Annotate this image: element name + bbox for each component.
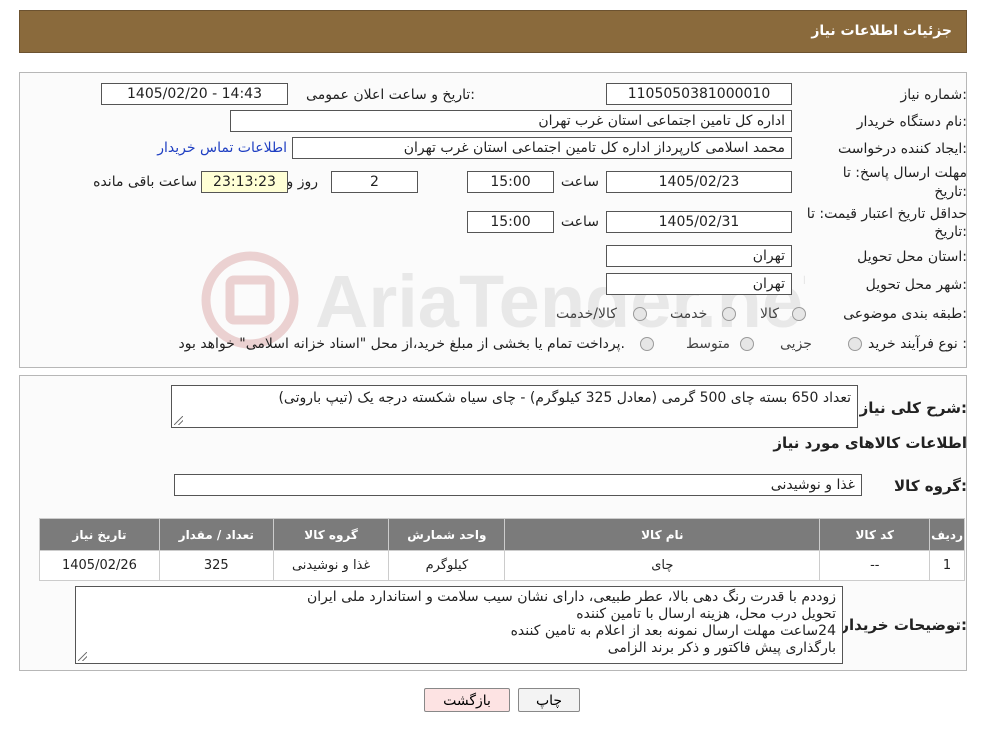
category-service-radio[interactable]: [722, 307, 736, 321]
reply-time-field: 15:00: [467, 171, 554, 193]
cell-unit: کیلوگرم: [388, 550, 506, 581]
print-button[interactable]: چاپ: [518, 688, 580, 712]
validity-label-2: تاریخ:: [934, 224, 967, 240]
creator-field: محمد اسلامی کارپرداز اداره کل تامین اجتم…: [292, 137, 792, 159]
resize-grip-icon[interactable]: [174, 416, 183, 425]
province-label: استان محل تحویل:: [857, 249, 967, 265]
need-number-field: 1105050381000010: [606, 83, 792, 105]
col-name: نام کالا: [504, 518, 821, 551]
goods-group-field: غذا و نوشیدنی: [174, 474, 862, 496]
city-field: تهران: [606, 273, 792, 295]
buyer-notes-label: توضیحات خریدار:: [840, 616, 967, 634]
cell-quantity: 325: [158, 550, 274, 581]
validity-label: حداقل تاریخ اعتبار قیمت: تا: [806, 206, 967, 222]
remaining-time-field: 23:13:23: [201, 171, 288, 193]
buyer-notes-textarea[interactable]: زوددم با قدرت رنگ دهی بالا، عطر طبیعی، د…: [75, 586, 843, 664]
category-goods-service-label: کالا/خدمت: [556, 306, 617, 322]
goods-info-title: اطلاعات کالاهای مورد نیاز: [773, 434, 967, 452]
buyer-note-line: تحویل درب محل، هزینه ارسال با تامین کنند…: [576, 606, 836, 622]
goods-group-label: گروه کالا:: [894, 477, 967, 495]
reply-deadline-label: مهلت ارسال پاسخ: تا: [842, 165, 967, 181]
reply-time-label: ساعت: [560, 174, 599, 190]
remaining-days-field: 2: [331, 171, 418, 193]
validity-time-field: 15:00: [467, 211, 554, 233]
table-row: 1 -- چای کیلوگرم غذا و نوشیدنی 325 1405/…: [39, 550, 965, 581]
cell-group: غذا و نوشیدنی: [272, 550, 390, 581]
category-service-label: خدمت: [670, 306, 708, 322]
category-goods-radio[interactable]: [792, 307, 806, 321]
days-label: روز و: [286, 174, 319, 190]
remaining-label: ساعت باقی مانده: [93, 174, 197, 190]
process-minor-radio[interactable]: [848, 337, 862, 351]
process-medium-radio[interactable]: [740, 337, 754, 351]
summary-textarea[interactable]: تعداد 650 بسته چای 500 گرمی (معادل 325 ک…: [171, 385, 858, 428]
col-group: گروه کالا: [272, 518, 390, 551]
col-row: ردیف: [929, 518, 965, 551]
need-number-label: شماره نیاز:: [900, 87, 967, 103]
category-goods-service-radio[interactable]: [633, 307, 647, 321]
process-minor-label: جزیی: [780, 336, 812, 352]
buyer-org-label: نام دستگاه خریدار:: [856, 114, 967, 130]
process-medium-label: متوسط: [686, 336, 730, 352]
resize-grip-icon[interactable]: [78, 652, 87, 661]
reply-deadline-label-2: تاریخ:: [934, 184, 967, 200]
page-header: جزئیات اطلاعات نیاز: [19, 10, 967, 53]
province-field: تهران: [606, 245, 792, 267]
summary-text: تعداد 650 بسته چای 500 گرمی (معادل 325 ک…: [278, 390, 851, 406]
category-goods-label: کالا: [760, 306, 779, 322]
col-date: تاریخ نیاز: [39, 518, 160, 551]
back-button[interactable]: بازگشت: [424, 688, 510, 712]
cell-date: 1405/02/26: [39, 550, 160, 581]
announce-label: تاریخ و ساعت اعلان عمومی:: [306, 87, 475, 103]
treasury-payment-checkbox[interactable]: [640, 337, 654, 351]
items-table: ردیف کد کالا نام کالا واحد شمارش گروه کا…: [39, 518, 965, 581]
cell-row: 1: [929, 550, 965, 581]
buyer-note-line: زوددم با قدرت رنگ دهی بالا، عطر طبیعی، د…: [307, 589, 836, 605]
buyer-note-line: 24ساعت مهلت ارسال نمونه بعد از اعلام به …: [510, 623, 836, 639]
summary-label: شرح کلی نیاز:: [859, 399, 967, 417]
announce-field: 1405/02/20 - 14:43: [101, 83, 288, 105]
reply-date-field: 1405/02/23: [606, 171, 792, 193]
category-label: طبقه بندی موضوعی:: [843, 306, 967, 322]
validity-date-field: 1405/02/31: [606, 211, 792, 233]
buyer-contact-link[interactable]: اطلاعات تماس خریدار: [157, 140, 287, 156]
city-label: شهر محل تحویل:: [865, 277, 967, 293]
col-unit: واحد شمارش: [388, 518, 506, 551]
col-code: کد کالا: [819, 518, 931, 551]
validity-time-label: ساعت: [560, 214, 599, 230]
cell-code: --: [819, 550, 931, 581]
buyer-org-field: اداره کل تامین اجتماعی استان غرب تهران: [230, 110, 792, 132]
process-note: پرداخت تمام یا بخشی از مبلغ خرید،از محل …: [178, 336, 625, 352]
items-table-wrapper: ردیف کد کالا نام کالا واحد شمارش گروه کا…: [39, 518, 965, 581]
process-label: نوع فرآیند خرید :: [868, 336, 967, 352]
buyer-note-line: بارگذاری پیش فاکتور و ذکر برند الزامی: [607, 640, 836, 656]
cell-name: چای: [504, 550, 821, 581]
creator-label: ایجاد کننده درخواست:: [838, 141, 967, 157]
col-quantity: تعداد / مقدار: [158, 518, 274, 551]
page-title: جزئیات اطلاعات نیاز: [811, 23, 952, 39]
items-table-header: ردیف کد کالا نام کالا واحد شمارش گروه کا…: [39, 518, 965, 551]
